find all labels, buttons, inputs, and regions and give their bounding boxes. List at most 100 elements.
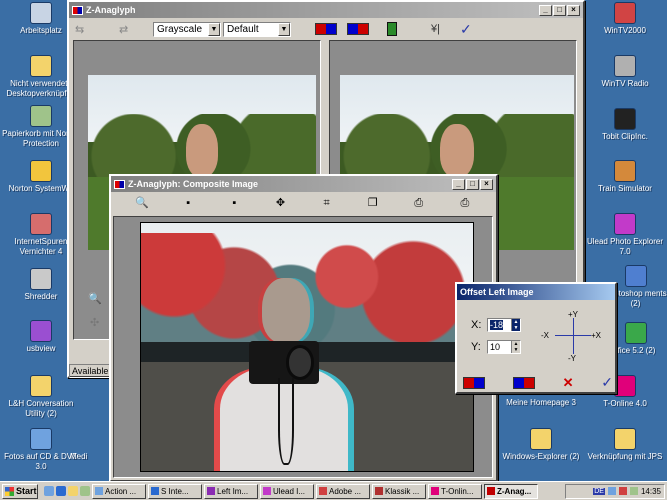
crop-icon[interactable]: ⌗ (319, 196, 335, 210)
shredder-tool-icon (30, 213, 52, 235)
cancel-icon[interactable]: ✕ (563, 375, 574, 391)
tray-volume-icon[interactable] (629, 487, 638, 495)
x-label: X: (471, 319, 482, 331)
minimize-button[interactable]: _ (452, 178, 465, 190)
print-setup-icon[interactable]: ⎙ (457, 196, 473, 210)
minus-x-label[interactable]: -X (541, 331, 549, 340)
task-internet[interactable]: S Inte... (148, 483, 202, 499)
close-button[interactable]: × (480, 178, 493, 190)
language-indicator[interactable]: DE (593, 487, 605, 495)
desktop-icon-homepage[interactable]: Meine Homepage 3 (500, 398, 582, 408)
maximize-button[interactable]: □ (466, 178, 479, 190)
main-titlebar[interactable]: Z-Anaglyph _ □ × (69, 2, 583, 18)
windows-flag-icon (5, 486, 14, 496)
folder-icon (30, 55, 52, 77)
anaglyph-red-blue-icon[interactable] (463, 376, 485, 389)
ulead-icon (614, 213, 636, 235)
save-as-icon[interactable]: ▪ (226, 196, 242, 210)
spin-arrows-icon[interactable]: ▲ ▼ (511, 319, 520, 331)
ok-checkmark-icon[interactable]: ✓ (601, 374, 613, 391)
copy-icon[interactable]: ❐ (365, 196, 381, 210)
tobit-icon (614, 108, 636, 130)
quicklaunch-ie-icon[interactable] (56, 486, 66, 496)
left-tools: 🔍 ✣ (74, 292, 114, 362)
computer-icon (30, 2, 52, 24)
train-icon (614, 160, 636, 182)
system-tray: DE 14:35 (565, 483, 665, 499)
task-action[interactable]: Action ... (92, 483, 146, 499)
quicklaunch-desktop-icon[interactable] (44, 486, 54, 496)
maximize-button[interactable]: □ (553, 4, 566, 16)
composite-window: Z-Anaglyph: Composite Image _ □ × 🔍 ▪ ▪ … (109, 174, 498, 482)
chevron-down-icon: ▼ (278, 22, 290, 36)
task-t-online[interactable]: T-Onlin... (428, 483, 482, 499)
desktop-icon-train-simulator[interactable]: Train Simulator (584, 160, 666, 194)
task-left-image[interactable]: Left Im... (204, 483, 258, 499)
usb-icon (30, 320, 52, 342)
start-button[interactable]: Start (2, 483, 38, 499)
desktop-icon-wintv-radio[interactable]: WinTV Radio (584, 55, 666, 89)
task-adobe[interactable]: Adobe ... (316, 483, 370, 499)
task-ulead[interactable]: Ulead I... (260, 483, 314, 499)
exit-door-icon[interactable] (387, 22, 397, 36)
anaglyph-red-blue-icon[interactable] (315, 23, 337, 35)
main-toolbar: ⇆ ⇄ Grayscale ▼ Default ▼ ¥| ✓ (69, 18, 583, 40)
y-offset-input[interactable]: 10 ▲ ▼ (487, 340, 521, 354)
desktop-icon-wintv2000[interactable]: WinTV2000 (584, 2, 666, 36)
zoom-icon[interactable]: 🔍 (88, 292, 102, 305)
t-online-icon (614, 375, 636, 397)
tray-network-icon[interactable] (607, 487, 616, 495)
task-klassik[interactable]: Klassik ... (372, 483, 426, 499)
x-offset-input[interactable]: -18 ▲ ▼ (487, 318, 521, 332)
app-icon (72, 5, 83, 15)
task-icon (375, 487, 383, 495)
clock[interactable]: 14:35 (641, 487, 661, 496)
app-icon (114, 179, 125, 189)
quicklaunch-outlook-icon[interactable] (80, 486, 90, 496)
desktop-icon-windows-explorer[interactable]: Windows-Explorer (2) (500, 428, 582, 462)
explorer-icon (530, 428, 552, 450)
offset-titlebar[interactable]: Offset Left Image (457, 284, 615, 300)
anaglyph-blue-red-icon[interactable] (512, 376, 535, 389)
move-icon[interactable]: ✣ (90, 316, 99, 329)
task-icon (151, 487, 159, 495)
task-icon (319, 487, 327, 495)
speech-bubble-icon (30, 375, 52, 397)
minus-y-label[interactable]: -Y (568, 354, 576, 363)
move-arrows-icon[interactable]: ✥ (272, 196, 288, 210)
desktop-icon-media[interactable]: Medi (70, 452, 100, 462)
offset-x-row: X: -18 ▲ ▼ (471, 318, 521, 332)
plus-x-label[interactable]: +X (591, 331, 601, 340)
preset-select[interactable]: Default ▼ (223, 21, 291, 37)
radio-icon (614, 55, 636, 77)
desktop-icon-tobit[interactable]: Tobit ClipInc. (584, 108, 666, 142)
task-z-anaglyph[interactable]: Z-Anag... (484, 483, 538, 499)
tray-antivirus-icon[interactable] (618, 487, 627, 495)
composite-viewport (113, 216, 493, 478)
tools-icon[interactable]: ¥| (431, 23, 440, 35)
print-icon[interactable]: ⎙ (411, 196, 427, 210)
close-button[interactable]: × (567, 4, 580, 16)
zoom-icon[interactable]: 🔍 (134, 196, 150, 210)
desktop-icon-ulead[interactable]: Ulead Photo Explorer 7.0 (584, 213, 666, 257)
minimize-button[interactable]: _ (539, 4, 552, 16)
offset-dialog: Offset Left Image X: -18 ▲ ▼ Y: 10 ▲ ▼ +Y -Y… (455, 282, 617, 394)
offset-direction-pad[interactable]: +Y -Y -X +X (541, 310, 605, 363)
save-icon[interactable]: ▪ (180, 196, 196, 210)
plus-y-label[interactable]: +Y (568, 310, 578, 319)
color-mode-select[interactable]: Grayscale ▼ (153, 21, 221, 37)
checkmark-icon[interactable]: ✓ (460, 21, 472, 38)
open-left-icon[interactable]: ⇆ (75, 23, 89, 36)
anaglyph-person (214, 277, 373, 471)
composite-titlebar[interactable]: Z-Anaglyph: Composite Image _ □ × (111, 176, 496, 192)
desktop-icon-jps[interactable]: Verknüpfung mit JPS (584, 428, 666, 462)
task-icon (95, 487, 103, 495)
photoshop-icon (624, 265, 647, 287)
spin-arrows-icon[interactable]: ▲ ▼ (511, 341, 520, 353)
open-right-icon[interactable]: ⇄ (119, 23, 133, 36)
desktop-icon-fotos-cd[interactable]: Fotos auf CD & DVD 3.0 (0, 428, 82, 472)
desktop-icon-lh-conversation[interactable]: L&H Conversation Utility (2) (0, 375, 82, 419)
anaglyph-blue-red-icon[interactable] (347, 23, 369, 35)
quicklaunch-explorer-icon[interactable] (68, 486, 78, 496)
chevron-down-icon: ▼ (208, 22, 220, 36)
